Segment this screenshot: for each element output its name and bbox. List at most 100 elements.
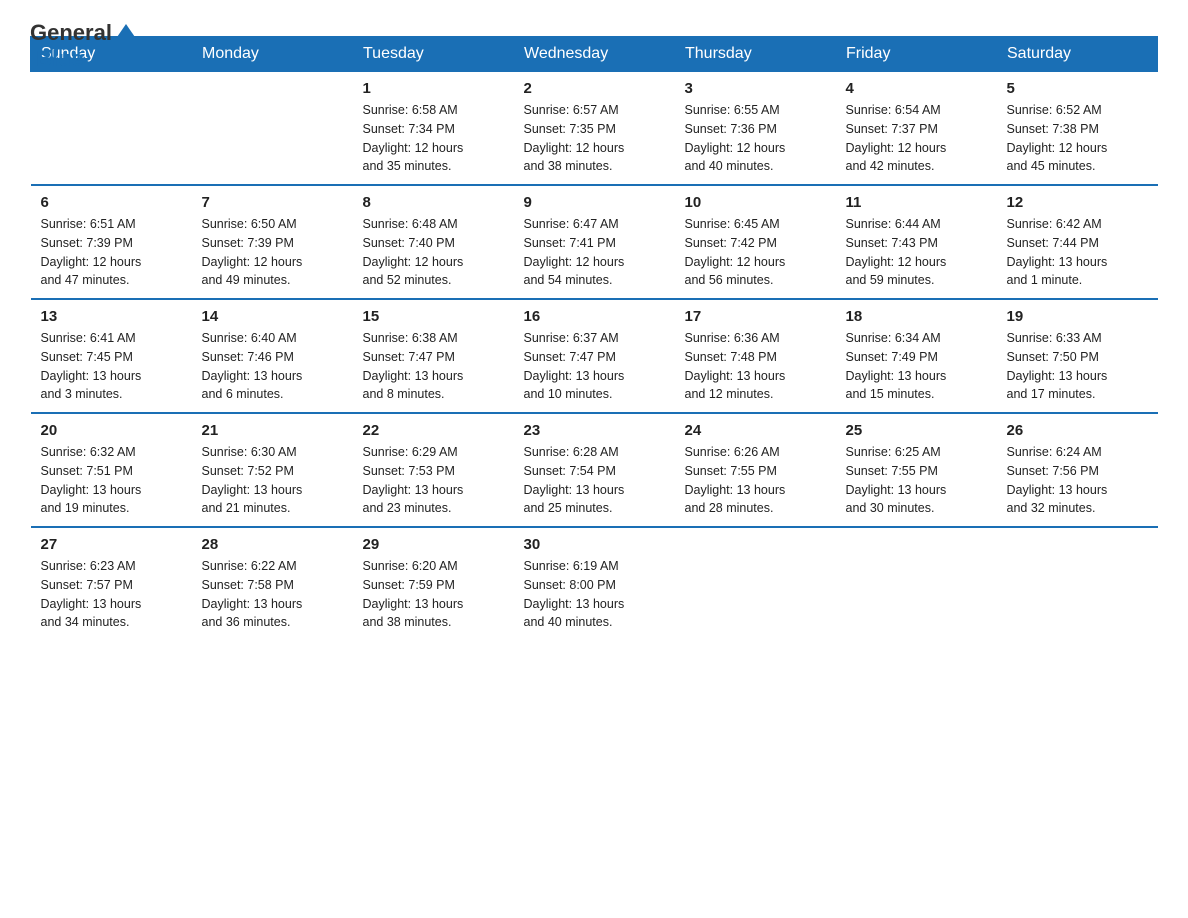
day-info: Sunrise: 6:52 AMSunset: 7:38 PMDaylight:… xyxy=(1007,101,1148,176)
day-info: Sunrise: 6:24 AMSunset: 7:56 PMDaylight:… xyxy=(1007,443,1148,518)
calendar-week-row: 13 Sunrise: 6:41 AMSunset: 7:45 PMDayligh… xyxy=(31,299,1158,413)
logo-blue-label: Blue xyxy=(36,46,84,71)
day-info: Sunrise: 6:57 AMSunset: 7:35 PMDaylight:… xyxy=(524,101,665,176)
day-info: Sunrise: 6:40 AMSunset: 7:46 PMDaylight:… xyxy=(202,329,343,404)
day-number: 11 xyxy=(846,194,987,211)
calendar-header-row: SundayMondayTuesdayWednesdayThursdayFrid… xyxy=(31,37,1158,72)
day-info: Sunrise: 6:58 AMSunset: 7:34 PMDaylight:… xyxy=(363,101,504,176)
calendar-cell: 17 Sunrise: 6:36 AMSunset: 7:48 PMDayligh… xyxy=(675,299,836,413)
day-info: Sunrise: 6:45 AMSunset: 7:42 PMDaylight:… xyxy=(685,215,826,290)
day-number: 8 xyxy=(363,194,504,211)
day-number: 22 xyxy=(363,422,504,439)
calendar-cell: 3 Sunrise: 6:55 AMSunset: 7:36 PMDaylight… xyxy=(675,72,836,186)
day-info: Sunrise: 6:29 AMSunset: 7:53 PMDaylight:… xyxy=(363,443,504,518)
calendar-cell xyxy=(675,527,836,640)
calendar-cell: 5 Sunrise: 6:52 AMSunset: 7:38 PMDaylight… xyxy=(997,72,1158,186)
calendar-cell: 12 Sunrise: 6:42 AMSunset: 7:44 PMDayligh… xyxy=(997,185,1158,299)
day-number: 6 xyxy=(41,194,182,211)
day-info: Sunrise: 6:23 AMSunset: 7:57 PMDaylight:… xyxy=(41,557,182,632)
day-number: 24 xyxy=(685,422,826,439)
calendar-cell: 8 Sunrise: 6:48 AMSunset: 7:40 PMDaylight… xyxy=(353,185,514,299)
day-info: Sunrise: 6:51 AMSunset: 7:39 PMDaylight:… xyxy=(41,215,182,290)
day-number: 30 xyxy=(524,536,665,553)
calendar-cell: 4Sunrise: 6:54 AMSunset: 7:37 PMDaylight… xyxy=(836,72,997,186)
day-number: 5 xyxy=(1007,80,1148,97)
logo-general: General xyxy=(30,20,112,46)
day-number: 26 xyxy=(1007,422,1148,439)
calendar-cell: 25 Sunrise: 6:25 AMSunset: 7:55 PMDayligh… xyxy=(836,413,997,527)
calendar-cell: 22 Sunrise: 6:29 AMSunset: 7:53 PMDayligh… xyxy=(353,413,514,527)
calendar-cell xyxy=(997,527,1158,640)
calendar-cell: 6 Sunrise: 6:51 AMSunset: 7:39 PMDaylight… xyxy=(31,185,192,299)
calendar-cell: 11 Sunrise: 6:44 AMSunset: 7:43 PMDayligh… xyxy=(836,185,997,299)
day-number: 3 xyxy=(685,80,826,97)
day-info: Sunrise: 6:55 AMSunset: 7:36 PMDaylight:… xyxy=(685,101,826,176)
day-number: 4 xyxy=(846,80,987,97)
day-number: 13 xyxy=(41,308,182,325)
day-info: Sunrise: 6:25 AMSunset: 7:55 PMDaylight:… xyxy=(846,443,987,518)
day-info: Sunrise: 6:41 AMSunset: 7:45 PMDaylight:… xyxy=(41,329,182,404)
day-number: 28 xyxy=(202,536,343,553)
day-info: Sunrise: 6:30 AMSunset: 7:52 PMDaylight:… xyxy=(202,443,343,518)
day-info: Sunrise: 6:50 AMSunset: 7:39 PMDaylight:… xyxy=(202,215,343,290)
logo-line1: General xyxy=(30,20,137,46)
day-number: 1 xyxy=(363,80,504,97)
header-friday: Friday xyxy=(836,37,997,72)
calendar-week-row: 6 Sunrise: 6:51 AMSunset: 7:39 PMDaylight… xyxy=(31,185,1158,299)
calendar-table: SundayMondayTuesdayWednesdayThursdayFrid… xyxy=(30,36,1158,640)
day-info: Sunrise: 6:33 AMSunset: 7:50 PMDaylight:… xyxy=(1007,329,1148,404)
day-number: 10 xyxy=(685,194,826,211)
day-info: Sunrise: 6:19 AMSunset: 8:00 PMDaylight:… xyxy=(524,557,665,632)
day-info: Sunrise: 6:44 AMSunset: 7:43 PMDaylight:… xyxy=(846,215,987,290)
calendar-week-row: 27Sunrise: 6:23 AMSunset: 7:57 PMDayligh… xyxy=(31,527,1158,640)
logo-arrow-icon xyxy=(115,22,137,44)
day-number: 17 xyxy=(685,308,826,325)
day-info: Sunrise: 6:20 AMSunset: 7:59 PMDaylight:… xyxy=(363,557,504,632)
day-number: 14 xyxy=(202,308,343,325)
calendar-cell: 18 Sunrise: 6:34 AMSunset: 7:49 PMDayligh… xyxy=(836,299,997,413)
day-info: Sunrise: 6:34 AMSunset: 7:49 PMDaylight:… xyxy=(846,329,987,404)
day-info: Sunrise: 6:36 AMSunset: 7:48 PMDaylight:… xyxy=(685,329,826,404)
day-number: 9 xyxy=(524,194,665,211)
calendar-cell: 13 Sunrise: 6:41 AMSunset: 7:45 PMDayligh… xyxy=(31,299,192,413)
day-info: Sunrise: 6:37 AMSunset: 7:47 PMDaylight:… xyxy=(524,329,665,404)
calendar-cell: 26 Sunrise: 6:24 AMSunset: 7:56 PMDayligh… xyxy=(997,413,1158,527)
day-number: 7 xyxy=(202,194,343,211)
calendar-cell: 16 Sunrise: 6:37 AMSunset: 7:47 PMDayligh… xyxy=(514,299,675,413)
day-number: 20 xyxy=(41,422,182,439)
day-info: Sunrise: 6:47 AMSunset: 7:41 PMDaylight:… xyxy=(524,215,665,290)
day-number: 15 xyxy=(363,308,504,325)
day-info: Sunrise: 6:42 AMSunset: 7:44 PMDaylight:… xyxy=(1007,215,1148,290)
day-info: Sunrise: 6:32 AMSunset: 7:51 PMDaylight:… xyxy=(41,443,182,518)
calendar-cell xyxy=(836,527,997,640)
day-number: 25 xyxy=(846,422,987,439)
header-tuesday: Tuesday xyxy=(353,37,514,72)
calendar-cell: 28Sunrise: 6:22 AMSunset: 7:58 PMDayligh… xyxy=(192,527,353,640)
header-saturday: Saturday xyxy=(997,37,1158,72)
day-info: Sunrise: 6:26 AMSunset: 7:55 PMDaylight:… xyxy=(685,443,826,518)
calendar-cell: 2Sunrise: 6:57 AMSunset: 7:35 PMDaylight… xyxy=(514,72,675,186)
day-number: 21 xyxy=(202,422,343,439)
day-info: Sunrise: 6:28 AMSunset: 7:54 PMDaylight:… xyxy=(524,443,665,518)
calendar-cell: 30 Sunrise: 6:19 AMSunset: 8:00 PMDayligh… xyxy=(514,527,675,640)
day-info: Sunrise: 6:38 AMSunset: 7:47 PMDaylight:… xyxy=(363,329,504,404)
calendar-cell: 19 Sunrise: 6:33 AMSunset: 7:50 PMDayligh… xyxy=(997,299,1158,413)
day-number: 29 xyxy=(363,536,504,553)
calendar-cell: 1 Sunrise: 6:58 AMSunset: 7:34 PMDaylight… xyxy=(353,72,514,186)
logo-line2: Blue xyxy=(30,46,137,72)
header-thursday: Thursday xyxy=(675,37,836,72)
calendar-cell: 24 Sunrise: 6:26 AMSunset: 7:55 PMDayligh… xyxy=(675,413,836,527)
calendar-cell: 10 Sunrise: 6:45 AMSunset: 7:42 PMDayligh… xyxy=(675,185,836,299)
day-number: 12 xyxy=(1007,194,1148,211)
calendar-cell: 29 Sunrise: 6:20 AMSunset: 7:59 PMDayligh… xyxy=(353,527,514,640)
calendar-cell: 23Sunrise: 6:28 AMSunset: 7:54 PMDayligh… xyxy=(514,413,675,527)
calendar-cell: 14 Sunrise: 6:40 AMSunset: 7:46 PMDayligh… xyxy=(192,299,353,413)
header-monday: Monday xyxy=(192,37,353,72)
calendar-cell: 27Sunrise: 6:23 AMSunset: 7:57 PMDayligh… xyxy=(31,527,192,640)
calendar-week-row: 20 Sunrise: 6:32 AMSunset: 7:51 PMDayligh… xyxy=(31,413,1158,527)
logo-container: General Blue xyxy=(30,20,137,72)
day-info: Sunrise: 6:48 AMSunset: 7:40 PMDaylight:… xyxy=(363,215,504,290)
day-number: 19 xyxy=(1007,308,1148,325)
day-number: 18 xyxy=(846,308,987,325)
day-number: 16 xyxy=(524,308,665,325)
